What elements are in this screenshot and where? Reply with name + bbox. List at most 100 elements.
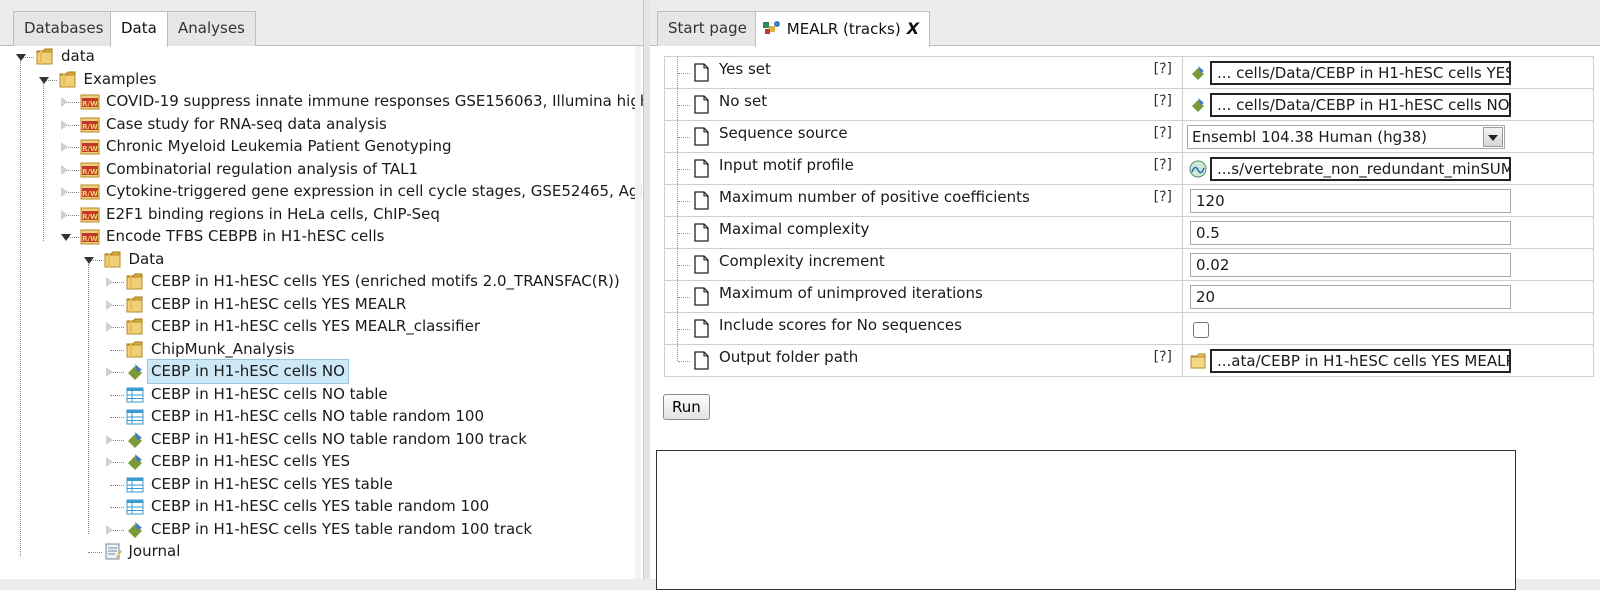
tree-item[interactable]: CEBP in H1-hESC cells YES table random 1… — [125, 518, 640, 541]
tree-item[interactable]: R/W E2F1 binding regions in HeLa cells, C… — [80, 203, 640, 226]
tree-item-label: CEBP in H1-hESC cells NO table random 10… — [151, 429, 527, 448]
expand-icon[interactable] — [61, 209, 68, 220]
expand-icon[interactable] — [106, 457, 113, 467]
tab-start-page[interactable]: Start page — [657, 11, 758, 46]
run-button[interactable]: Run — [663, 394, 710, 420]
expand-icon[interactable] — [106, 299, 113, 310]
tree-item[interactable]: R/W Encode TFBS CEBPB in H1-hESC cells — [80, 225, 640, 248]
param-label-no-set: No set — [719, 92, 768, 110]
tree-item[interactable]: R/W Cytokine-triggered gene expression in… — [80, 180, 643, 203]
svg-text:R/W: R/W — [82, 145, 98, 153]
tree-item-label: COVID-19 suppress innate immune response… — [106, 92, 643, 110]
help-button[interactable]: [?] — [1154, 93, 1172, 109]
help-button[interactable]: [?] — [1154, 189, 1172, 205]
motif-profile-field[interactable]: ...s/vertebrate_non_redundant_minSUM — [1210, 157, 1511, 181]
max-unimproved-iterations-input[interactable]: 20 — [1190, 285, 1511, 309]
expand-icon[interactable] — [61, 119, 68, 130]
help-button[interactable]: [?] — [1154, 61, 1172, 77]
tree-item[interactable]: R/W Chronic Myeloid Leukemia Patient Geno… — [80, 135, 640, 158]
tree-item[interactable]: CEBP in H1-hESC cells YES table random 1… — [125, 495, 640, 518]
help-button[interactable]: [?] — [1154, 157, 1172, 173]
include-no-scores-checkbox[interactable] — [1193, 322, 1209, 338]
folder-icon — [125, 340, 145, 359]
tree-item-label: CEBP in H1-hESC cells YES MEALR_classifi… — [151, 317, 481, 335]
collapse-icon[interactable] — [83, 256, 94, 264]
tree-item-label: CEBP in H1-hESC cells NO — [147, 359, 349, 384]
no-set-field[interactable]: ... cells/Data/CEBP in H1-hESC cells NO — [1210, 93, 1511, 117]
tab-databases[interactable]: Databases — [13, 11, 115, 46]
param-label-yes-set: Yes set — [719, 60, 771, 78]
tab-data[interactable]: Data — [110, 11, 168, 47]
sequence-source-select[interactable]: Ensembl 104.38 Human (hg38) — [1187, 125, 1505, 149]
tree-item[interactable]: R/W COVID-19 suppress innate immune respo… — [80, 90, 643, 113]
tree-item[interactable]: Examples — [58, 68, 641, 91]
param-row-no-set: No set [?] ... cells/Data/CEBP in H1-hES… — [665, 89, 1593, 121]
tree-item[interactable]: CEBP in H1-hESC cells YES — [125, 450, 640, 473]
tree-item-label: Examples — [83, 69, 157, 88]
tree-item-label: CEBP in H1-hESC cells YES table random 1… — [151, 519, 533, 538]
tree-item-label: Combinatorial regulation analysis of TAL… — [106, 159, 419, 178]
tree-item[interactable]: R/W Case study for RNA-seq data analysis — [80, 113, 640, 136]
yes-set-field[interactable]: ... cells/Data/CEBP in H1-hESC cells YES — [1210, 61, 1511, 85]
maximal-complexity-input[interactable]: 0.5 — [1190, 221, 1511, 245]
tree-item[interactable]: CEBP in H1-hESC cells NO table random 10… — [125, 428, 640, 451]
complexity-increment-input[interactable]: 0.02 — [1190, 253, 1511, 277]
expand-icon[interactable] — [61, 142, 68, 152]
param-label-include-no-scores: Include scores for No sequences — [719, 316, 962, 334]
help-button[interactable]: [?] — [1154, 125, 1172, 141]
help-button[interactable]: [?] — [1154, 349, 1172, 365]
tree-item[interactable]: Journal — [103, 540, 641, 563]
track-icon — [125, 430, 145, 449]
expand-icon[interactable] — [106, 434, 113, 445]
close-tab-icon[interactable]: X — [907, 19, 919, 38]
svg-text:R/W: R/W — [82, 100, 98, 108]
collapse-icon[interactable] — [16, 54, 26, 61]
max-positive-coefficients-input[interactable]: 120 — [1190, 189, 1511, 213]
tree-item-label: CEBP in H1-hESC cells YES MEALR — [151, 294, 407, 313]
tree-item[interactable]: CEBP in H1-hESC cells YES MEALR — [125, 293, 640, 316]
sequence-source-value: Ensembl 104.38 Human (hg38) — [1192, 128, 1428, 146]
collapse-icon[interactable] — [38, 76, 49, 84]
tree-item[interactable]: CEBP in H1-hESC cells YES MEALR_classifi… — [125, 315, 640, 338]
tree-scrollbar[interactable] — [635, 46, 641, 579]
expand-icon[interactable] — [106, 322, 113, 332]
tab-mealr[interactable]: MEALR (tracks) X — [755, 11, 931, 47]
tree-item-label: CEBP in H1-hESC cells YES — [151, 452, 351, 470]
tree-item[interactable]: CEBP in H1-hESC cells NO table — [125, 383, 640, 406]
dropdown-arrow-icon[interactable] — [1483, 127, 1503, 147]
tree-item[interactable]: CEBP in H1-hESC cells YES table — [125, 473, 640, 496]
document-icon — [694, 319, 709, 338]
tree-item-label: Encode TFBS CEBPB in H1-hESC cells — [106, 227, 385, 245]
table-icon — [125, 475, 145, 494]
output-folder-field[interactable]: ...ata/CEBP in H1-hESC cells YES MEALR — [1210, 349, 1511, 373]
tree-item-label: Data — [128, 249, 165, 268]
tree-item[interactable]: data — [35, 46, 640, 68]
tab-mealr-label: MEALR (tracks) — [786, 20, 901, 38]
tab-analyses[interactable]: Analyses — [167, 11, 256, 46]
param-label-output-folder: Output folder path — [719, 348, 859, 366]
tree-item[interactable]: CEBP in H1-hESC cells YES (enriched moti… — [125, 270, 640, 293]
repository-tree: data Examples R/W COVID-19 suppress innate … — [0, 46, 643, 579]
param-label-max-unimproved-iterations: Maximum of unimproved iterations — [719, 284, 983, 302]
folder-icon — [125, 317, 145, 336]
tree-item[interactable]: CEBP in H1-hESC cells NO — [125, 359, 640, 384]
tree-item-label: CEBP in H1-hESC cells YES table random 1… — [151, 497, 490, 515]
journal-icon — [103, 542, 123, 561]
tree-item-label: E2F1 binding regions in HeLa cells, ChIP… — [106, 204, 440, 223]
expand-icon[interactable] — [61, 187, 68, 197]
tree-item-label: CEBP in H1-hESC cells NO table random 10… — [151, 407, 485, 425]
tree-item[interactable]: Data — [103, 248, 641, 271]
tree-item[interactable]: ChipMunk_Analysis — [125, 338, 640, 361]
tree-item[interactable]: CEBP in H1-hESC cells NO table random 10… — [125, 405, 640, 428]
expand-icon[interactable] — [106, 277, 113, 287]
project-icon: R/W — [80, 227, 100, 246]
param-row-include-no-scores: Include scores for No sequences — [665, 313, 1593, 345]
track-icon — [125, 520, 145, 539]
collapse-icon[interactable] — [61, 234, 71, 241]
tree-item[interactable]: R/W Combinatorial regulation analysis of … — [80, 158, 640, 181]
expand-icon[interactable] — [106, 367, 113, 377]
folder-icon — [125, 295, 145, 314]
expand-icon[interactable] — [106, 524, 113, 535]
expand-icon[interactable] — [61, 164, 68, 175]
expand-icon[interactable] — [61, 97, 68, 107]
